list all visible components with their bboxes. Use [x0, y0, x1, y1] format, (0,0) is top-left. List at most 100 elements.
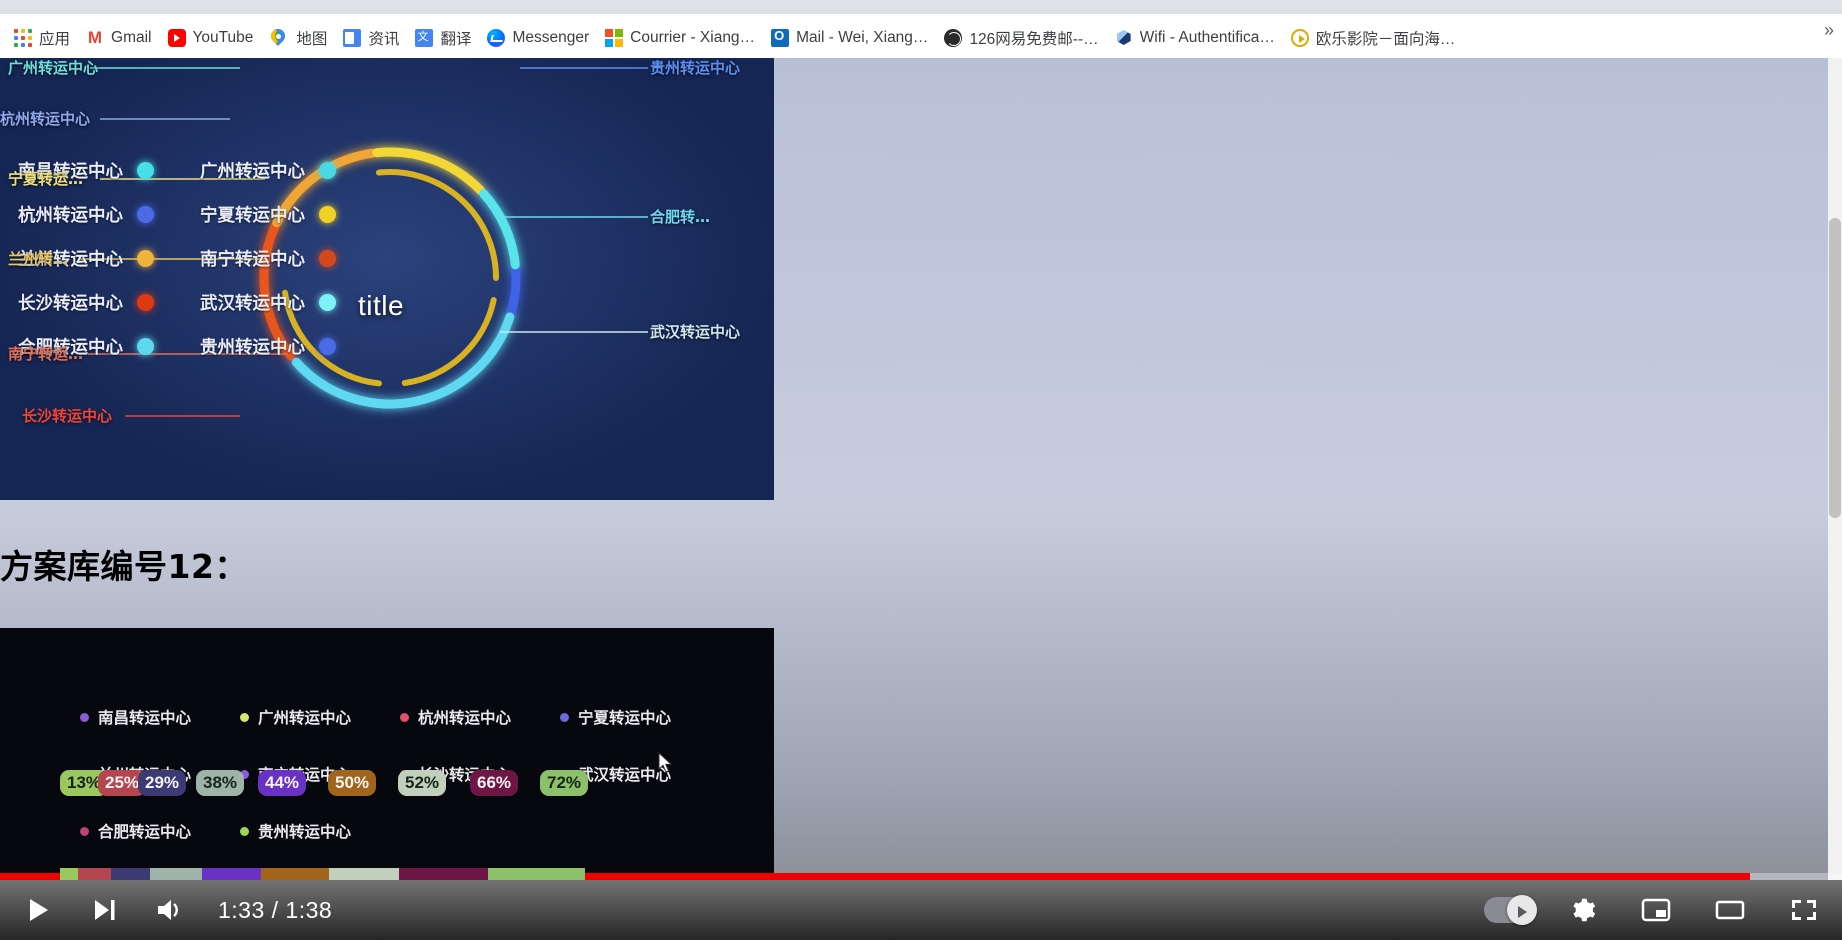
miniplayer-icon: [1641, 898, 1671, 922]
bookmark-label: 126网易免费邮--…: [969, 31, 1099, 48]
player-right-controls: [1484, 880, 1832, 940]
bar-legend-row1-item[interactable]: 广州转运中心: [240, 706, 351, 728]
bar-value-label-7: 66%: [470, 770, 519, 796]
bookmark-0[interactable]: 应用: [6, 23, 78, 53]
bar-segment-6: [328, 868, 399, 880]
miniplayer-button[interactable]: [1628, 882, 1684, 938]
legend-color-dot: [560, 712, 569, 722]
bookmark-7[interactable]: Courrier - Xiang…: [597, 23, 763, 53]
bar-legend-row1-item[interactable]: 南昌转运中心: [80, 706, 191, 728]
callout-label-6: 贵州转运中心: [650, 59, 741, 77]
slide-caption: 方案库编号12：: [0, 547, 248, 586]
time-display: 1:33 / 1:38: [218, 896, 333, 923]
legend-color-dot: [137, 205, 154, 223]
legend-label: 广州转运中心: [200, 161, 305, 182]
bar-segment-1: [77, 868, 112, 880]
bookmark-3[interactable]: 地图: [261, 23, 335, 53]
legend-color-dot: [137, 161, 154, 179]
page-scrollbar-thumb[interactable]: [1829, 218, 1841, 518]
legend-color-dot: [137, 337, 154, 355]
bar-value-label-6: 52%: [398, 770, 447, 796]
mouse-cursor: [658, 752, 673, 773]
callout-label-0: 广州转运中心: [8, 59, 99, 77]
donut-legend-left-item[interactable]: 长沙转运中心: [18, 280, 154, 324]
fullscreen-button[interactable]: [1776, 882, 1832, 938]
bookmark-11[interactable]: 欧乐影院－面向海…: [1283, 23, 1464, 53]
google-translate-icon: [415, 28, 434, 47]
bar-value-label-2: 29%: [138, 770, 187, 796]
legend-color-dot: [319, 249, 336, 267]
bookmark-label: 地图: [296, 31, 328, 48]
callout-leader-0: [90, 67, 240, 69]
bookmark-6[interactable]: Messenger: [479, 23, 597, 53]
donut-outer-segment-5: [479, 189, 520, 270]
bookmark-5[interactable]: 翻译: [407, 23, 479, 53]
video-viewport[interactable]: title 南昌转运中心 杭州转运中心 兰州转运中心 长沙转运中心 合肥转运中心 广州转…: [0, 58, 774, 880]
play-button[interactable]: [10, 882, 66, 938]
callout-leader-6: [520, 67, 648, 69]
bookmark-label: Gmail: [111, 29, 152, 46]
donut-legend-right-item[interactable]: 广州转运中心: [200, 148, 336, 192]
bar-value-label-8: 72%: [540, 770, 589, 796]
google-news-icon: [343, 29, 362, 47]
fullscreen-icon: [1792, 900, 1816, 920]
bookmark-9[interactable]: 126网易免费邮--…: [936, 23, 1106, 53]
bar-legend-row1-item[interactable]: 杭州转运中心: [400, 706, 511, 728]
page-scrollbar-track[interactable]: [1828, 58, 1842, 880]
donut-legend-right-item[interactable]: 宁夏转运中心: [200, 192, 336, 236]
callout-leader-8: [500, 331, 648, 333]
next-video-button[interactable]: [76, 882, 132, 938]
legend-label: 南宁转运中心: [200, 249, 305, 270]
bookmark-label: 应用: [39, 31, 71, 48]
callout-label-1: 杭州转运中心: [0, 110, 91, 128]
play-icon: [30, 899, 48, 921]
legend-color-dot: [137, 249, 154, 267]
outlook-icon: [771, 28, 790, 47]
volume-button[interactable]: [142, 882, 198, 938]
callout-label-4: 南宁转运…: [8, 345, 84, 363]
callout-label-2: 宁夏转运…: [8, 170, 84, 188]
apps-grid-icon: [14, 29, 32, 47]
google-maps-icon: [271, 29, 289, 47]
player-left-controls: 1:33 / 1:38: [10, 880, 332, 940]
legend-color-dot: [319, 205, 336, 223]
bookmark-label: YouTube: [192, 29, 254, 46]
bookmark-2[interactable]: YouTube: [160, 23, 262, 53]
bookmark-10[interactable]: Wifi - Authentifica…: [1107, 23, 1283, 53]
bookmark-8[interactable]: Mail - Wei, Xiang…: [763, 23, 936, 53]
gmail-icon: M: [87, 28, 103, 47]
messenger-icon: [487, 29, 506, 47]
theater-icon: [1715, 900, 1745, 920]
legend-color-dot: [240, 712, 249, 722]
donut-legend-right-item[interactable]: 南宁转运中心: [200, 236, 336, 280]
bar-legend-row1-item[interactable]: 宁夏转运中心: [560, 706, 671, 728]
bar-segment-8: [487, 868, 585, 880]
callout-label-8: 武汉转运中心: [650, 323, 741, 341]
stacked-bar: [60, 868, 585, 880]
settings-button[interactable]: [1554, 882, 1610, 938]
donut-legend-right-item[interactable]: 贵州转运中心: [200, 324, 336, 368]
bookmark-4[interactable]: 资讯: [335, 23, 407, 53]
bar-segment-0: [60, 868, 78, 880]
donut-center-title: title: [358, 290, 405, 321]
legend-label: 贵州转运中心: [258, 823, 352, 841]
legend-color-dot: [137, 293, 154, 311]
donut-legend-left-item[interactable]: 杭州转运中心: [18, 192, 154, 236]
callout-leader-5: [125, 415, 240, 417]
bookmarks-bar: 应用 M Gmail YouTube 地图 资讯 翻译 Messenger Courrier -…: [0, 18, 1842, 58]
legend-color-dot: [319, 337, 336, 355]
bookmark-1[interactable]: M Gmail: [78, 23, 159, 53]
screen: 应用 M Gmail YouTube 地图 资讯 翻译 Messenger Courrier -…: [0, 0, 1842, 940]
theater-mode-button[interactable]: [1702, 882, 1758, 938]
donut-legend-right-item[interactable]: 武汉转运中心: [200, 280, 336, 324]
bar-legend-row3-item[interactable]: 合肥转运中心: [80, 820, 191, 842]
callout-label-5: 长沙转运中心: [22, 407, 113, 425]
legend-color-dot: [319, 293, 336, 311]
bar-value-label-3: 38%: [196, 770, 245, 796]
bar-legend-row3-item[interactable]: 贵州转运中心: [240, 820, 351, 842]
legend-label: 宁夏转运中心: [200, 205, 305, 226]
callout-leader-7: [500, 216, 648, 218]
bookmarks-overflow-button[interactable]: »: [1824, 20, 1834, 41]
legend-label: 南昌转运中心: [98, 709, 192, 727]
autoplay-toggle[interactable]: [1484, 895, 1537, 925]
